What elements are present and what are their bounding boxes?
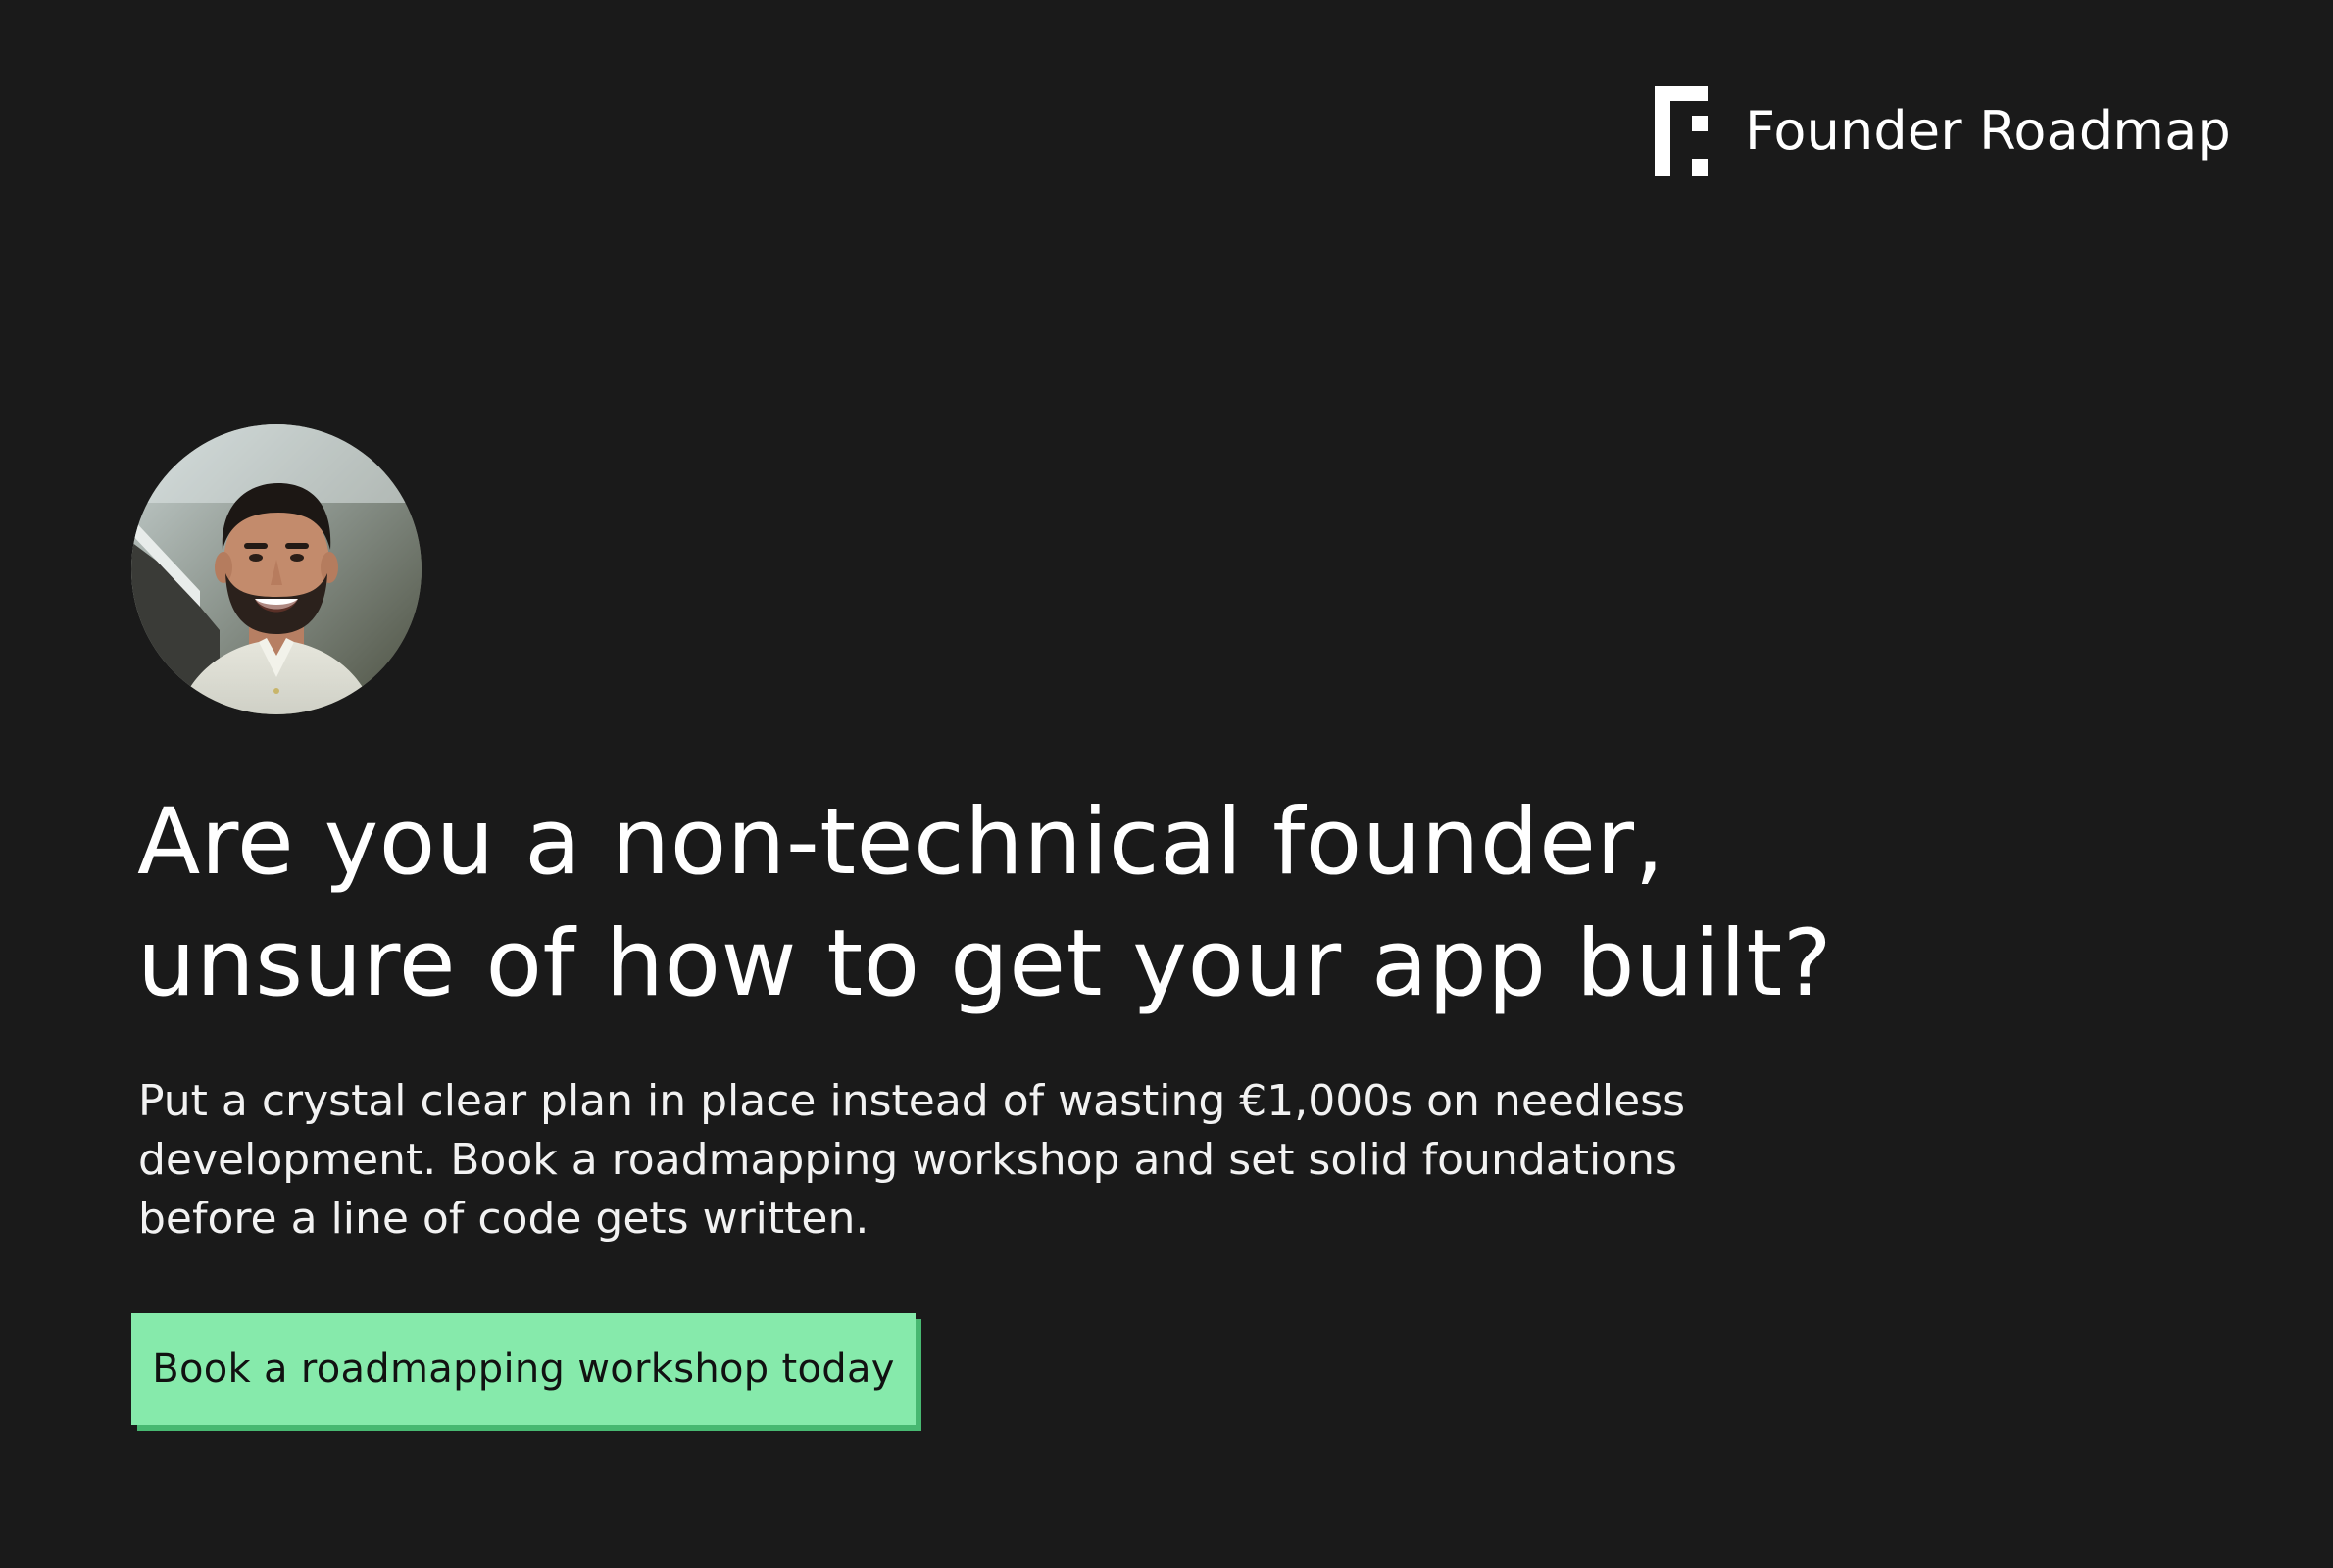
founder-portrait	[131, 424, 422, 714]
description-line: before a line of code gets written.	[138, 1194, 869, 1244]
description-line: Put a crystal clear plan in place instea…	[138, 1076, 1686, 1126]
brand-name: Founder Roadmap	[1745, 100, 2231, 162]
headline-line: Are you a non-technical founder,	[137, 789, 1664, 896]
founder-avatar	[131, 424, 422, 714]
hero-headline: Are you a non-technical founder, unsure …	[137, 782, 2000, 1025]
brand-logo[interactable]: Founder Roadmap	[1655, 86, 2231, 176]
headline-line: unsure of how to get your app built?	[137, 910, 1833, 1017]
book-workshop-button[interactable]: Book a roadmapping workshop today	[131, 1313, 916, 1425]
description-line: development. Book a roadmapping workshop…	[138, 1135, 1677, 1185]
hero-description: Put a crystal clear plan in place instea…	[138, 1072, 1883, 1249]
founder-roadmap-logo-icon	[1655, 86, 1708, 176]
